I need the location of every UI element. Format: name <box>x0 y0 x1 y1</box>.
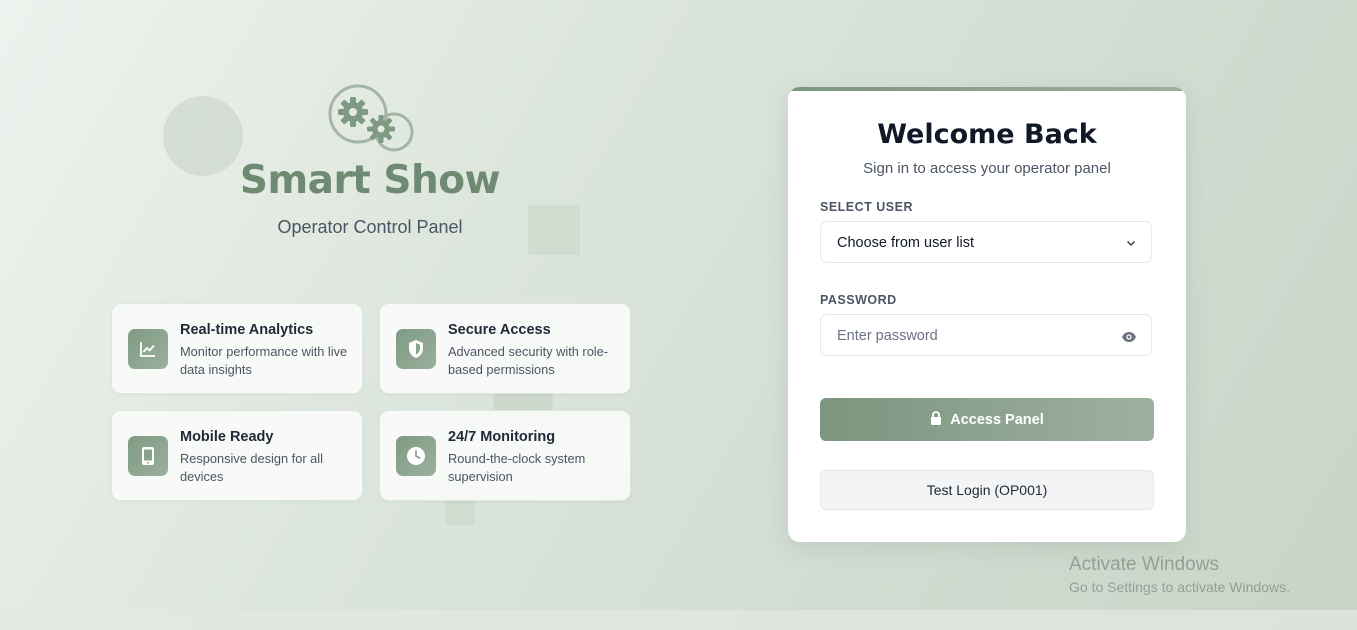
app-title: Smart Show <box>239 158 501 203</box>
feature-card-analytics: Real-time Analytics Monitor performance … <box>111 303 363 394</box>
watermark-title: Activate Windows <box>1069 554 1219 575</box>
bottom-strip <box>0 610 1357 630</box>
feature-card-monitoring: 24/7 Monitoring Round-the-clock system s… <box>379 410 631 501</box>
feature-title: 24/7 Monitoring <box>448 429 556 445</box>
activate-windows-watermark: Activate Windows Go to Settings to activ… <box>1069 554 1290 595</box>
password-field[interactable]: Enter password <box>820 314 1152 356</box>
eye-icon[interactable] <box>1121 330 1137 348</box>
login-card: Welcome Back Sign in to access your oper… <box>788 87 1186 542</box>
feature-description: Round-the-clock system supervision <box>448 451 586 484</box>
feature-description: Responsive design for all devices <box>180 451 323 484</box>
feature-card-mobile: Mobile Ready Responsive design for all d… <box>111 410 363 501</box>
clock-icon <box>396 436 436 476</box>
feature-title: Real-time Analytics <box>180 322 314 338</box>
feature-card-security: Secure Access Advanced security with rol… <box>379 303 631 394</box>
select-user-label: SELECT USER <box>820 200 914 214</box>
login-subtitle: Sign in to access your operator panel <box>863 160 1111 177</box>
card-accent-bar <box>788 87 1186 91</box>
password-placeholder: Enter password <box>837 328 938 344</box>
feature-description: Advanced security with role-based permis… <box>448 344 609 377</box>
feature-title: Secure Access <box>448 322 551 338</box>
decorative-square <box>528 205 580 255</box>
test-login-button[interactable]: Test Login (OP001) <box>820 470 1154 510</box>
gears-logo-icon <box>328 84 414 152</box>
brand-section: Smart Show Operator Control Panel <box>230 84 510 238</box>
access-panel-label: Access Panel <box>950 411 1044 428</box>
chart-icon <box>128 329 168 369</box>
shield-icon <box>396 329 436 369</box>
user-select-value: Choose from user list <box>837 235 974 251</box>
watermark-subtitle: Go to Settings to activate Windows. <box>1069 579 1290 595</box>
mobile-icon <box>128 436 168 476</box>
feature-title: Mobile Ready <box>180 429 274 445</box>
feature-description: Monitor performance with live data insig… <box>180 344 348 377</box>
login-title: Welcome Back <box>877 119 1097 150</box>
access-panel-button[interactable]: Access Panel <box>820 398 1154 441</box>
password-label: PASSWORD <box>820 293 897 307</box>
chevron-down-icon <box>1125 236 1137 254</box>
test-login-label: Test Login (OP001) <box>926 482 1048 498</box>
lock-icon <box>930 410 942 429</box>
app-subtitle: Operator Control Panel <box>277 217 463 237</box>
user-select[interactable]: Choose from user list <box>820 221 1152 263</box>
